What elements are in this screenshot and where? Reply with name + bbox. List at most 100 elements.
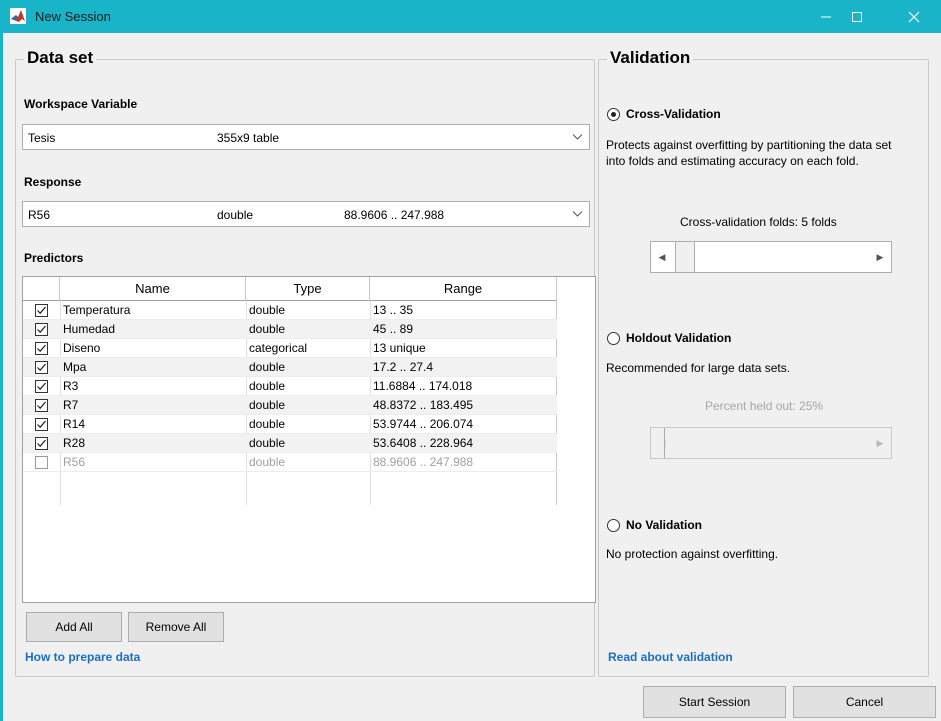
response-range: 88.9606 .. 247.988 [344, 208, 445, 222]
predictor-type: double [249, 322, 286, 336]
workspace-variable-label: Workspace Variable [24, 97, 138, 111]
workspace-variable-dropdown[interactable]: Tesis 355x9 table [22, 124, 590, 150]
close-button[interactable] [891, 0, 937, 33]
response-type: double [217, 208, 254, 222]
table-row[interactable]: R3 double 11.6884 .. 174.018 [23, 377, 557, 396]
predictor-checkbox[interactable] [35, 418, 48, 431]
table-row[interactable]: Temperatura double 13 .. 35 [23, 301, 557, 320]
folds-label: Cross-validation folds: 5 folds [680, 215, 837, 229]
predictor-checkbox[interactable] [35, 399, 48, 412]
predictor-name: R28 [63, 436, 86, 450]
predictor-range: 17.2 .. 27.4 [373, 360, 434, 374]
checkmark-icon [37, 401, 46, 410]
predictor-type: categorical [249, 341, 308, 355]
table-row[interactable]: R14 double 53.9744 .. 206.074 [23, 415, 557, 434]
add-all-button[interactable]: Add All [26, 612, 122, 642]
window-border [0, 33, 3, 721]
remove-all-button[interactable]: Remove All [128, 612, 224, 642]
folds-slider[interactable]: ◀ ▶ [650, 241, 892, 273]
predictor-type: double [249, 436, 286, 450]
window-title: New Session [35, 9, 111, 24]
response-label: Response [24, 175, 82, 189]
cancel-button[interactable]: Cancel [793, 686, 936, 718]
predictor-checkbox[interactable] [35, 437, 48, 450]
no-validation-radio[interactable] [607, 519, 620, 532]
validation-title: Validation [607, 48, 694, 68]
percent-held-out-label: Percent held out: 25% [705, 399, 824, 413]
predictor-checkbox[interactable] [35, 361, 48, 374]
predictor-type: double [249, 417, 286, 431]
response-dropdown[interactable]: R56 double 88.9606 .. 247.988 [22, 201, 590, 227]
cross-validation-desc-line2: into folds and estimating accuracy on ea… [606, 154, 859, 168]
no-validation-desc: No protection against overfitting. [606, 547, 779, 561]
predictor-checkbox[interactable] [35, 456, 48, 469]
response-name: R56 [28, 208, 51, 222]
predictor-checkbox[interactable] [35, 304, 48, 317]
predictor-range: 53.6408 .. 228.964 [373, 436, 474, 450]
predictor-range: 13 .. 35 [373, 303, 414, 317]
predictor-name: R7 [63, 398, 79, 412]
holdout-validation-radio[interactable] [607, 332, 620, 345]
predictor-range: 88.9606 .. 247.988 [373, 455, 474, 469]
start-session-button[interactable]: Start Session [643, 686, 786, 718]
radio-selected-dot [611, 112, 616, 117]
holdout-validation-label[interactable]: Holdout Validation [626, 331, 731, 345]
predictor-range: 13 unique [373, 341, 426, 355]
holdout-slider[interactable]: ◀ ▶ [650, 427, 892, 459]
how-to-prepare-data-link[interactable]: How to prepare data [25, 650, 140, 664]
predictors-label: Predictors [24, 251, 84, 265]
predictor-name: Humedad [63, 322, 116, 336]
cross-validation-radio[interactable] [607, 108, 620, 121]
workspace-variable-info: 355x9 table [217, 131, 280, 145]
slider-left-arrow[interactable]: ◀ [651, 242, 673, 272]
slider-right-arrow[interactable]: ▶ [869, 242, 891, 272]
predictor-checkbox[interactable] [35, 323, 48, 336]
predictor-name: Mpa [63, 360, 87, 374]
predictor-name: Temperatura [63, 303, 131, 317]
header-type[interactable]: Type [246, 277, 370, 301]
chevron-down-icon [572, 211, 583, 217]
dataset-title: Data set [24, 48, 97, 68]
predictor-range: 53.9744 .. 206.074 [373, 417, 474, 431]
maximize-icon [852, 11, 862, 22]
predictor-type: double [249, 379, 286, 393]
predictors-table: Name Type Range Temperatura double 13 .. 3… [22, 276, 596, 603]
header-name[interactable]: Name [60, 277, 246, 301]
close-icon [908, 11, 920, 22]
predictor-range: 45 .. 89 [373, 322, 414, 336]
predictor-type: double [249, 303, 286, 317]
slider-thumb[interactable] [651, 428, 665, 458]
predictor-name: Diseno [63, 341, 101, 355]
no-validation-label[interactable]: No Validation [626, 518, 702, 532]
holdout-desc: Recommended for large data sets. [606, 361, 791, 375]
workspace-variable-name: Tesis [28, 131, 56, 145]
predictor-checkbox[interactable] [35, 342, 48, 355]
predictor-checkbox[interactable] [35, 380, 48, 393]
predictor-type: double [249, 360, 286, 374]
table-row[interactable]: Humedad double 45 .. 89 [23, 320, 557, 339]
table-row[interactable]: R28 double 53.6408 .. 228.964 [23, 434, 557, 453]
read-about-validation-link[interactable]: Read about validation [608, 650, 733, 664]
slider-thumb[interactable] [675, 242, 695, 272]
checkmark-icon [37, 344, 46, 353]
predictors-rows: Temperatura double 13 .. 35 Humedad double 45… [23, 301, 557, 472]
predictor-range: 11.6884 .. 174.018 [373, 379, 473, 393]
slider-right-arrow[interactable]: ▶ [869, 428, 891, 458]
checkmark-icon [37, 363, 46, 372]
table-row[interactable]: Diseno categorical 13 unique [23, 339, 557, 358]
table-row[interactable]: R56 double 88.9606 .. 247.988 [23, 453, 557, 472]
maximize-button[interactable] [834, 0, 880, 33]
table-row[interactable]: Mpa double 17.2 .. 27.4 [23, 358, 557, 377]
chevron-down-icon [572, 134, 583, 140]
checkmark-icon [37, 325, 46, 334]
checkmark-icon [37, 439, 46, 448]
checkmark-icon [37, 306, 46, 315]
minimize-icon [821, 16, 831, 17]
header-range[interactable]: Range [370, 277, 557, 301]
predictor-type: double [249, 455, 286, 469]
cross-validation-label[interactable]: Cross-Validation [626, 107, 721, 121]
predictor-name: R14 [63, 417, 86, 431]
predictor-range: 48.8372 .. 183.495 [373, 398, 474, 412]
predictor-name: R3 [63, 379, 79, 393]
table-row[interactable]: R7 double 48.8372 .. 183.495 [23, 396, 557, 415]
